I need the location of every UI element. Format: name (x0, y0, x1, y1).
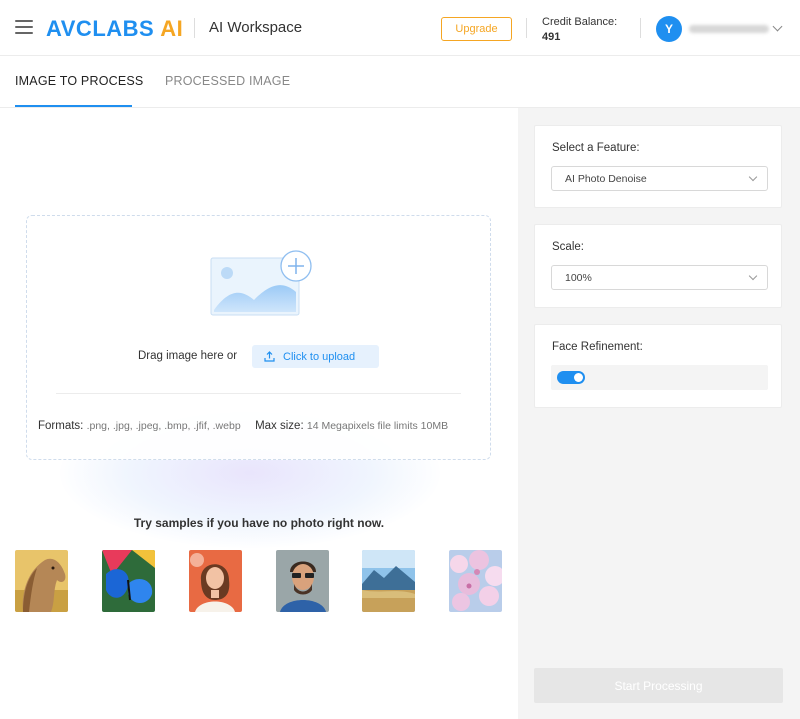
formats-value: .png, .jpg, .jpeg, .bmp, .jfif, .webp (86, 420, 241, 432)
samples-title: Try samples if you have no photo right n… (133, 516, 385, 530)
drag-text: Drag image here or (138, 350, 238, 362)
logo-ai: AI (160, 16, 184, 41)
chevron-down-icon (748, 271, 758, 281)
formats-label: Formats: (38, 420, 84, 432)
face-refinement-card: Face Refinement: (534, 324, 782, 408)
image-upload-icon (210, 250, 312, 316)
start-processing-button[interactable]: Start Processing (534, 668, 783, 703)
tab-bar: IMAGE TO PROCESS PROCESSED IMAGE (0, 56, 800, 108)
feature-card: Select a Feature: AI Photo Denoise (534, 125, 782, 208)
dropzone-divider (56, 393, 461, 394)
feature-label: Select a Feature: (552, 142, 640, 154)
feature-select[interactable]: AI Photo Denoise (551, 166, 768, 191)
face-refinement-row (551, 365, 768, 390)
scale-select-value: 100% (565, 271, 592, 284)
upload-icon (264, 351, 275, 362)
upload-button-label: Click to upload (283, 350, 356, 363)
tab-image-to-process[interactable]: IMAGE TO PROCESS (15, 74, 143, 88)
upload-area: Drag image here or Click to upload Forma… (0, 108, 518, 719)
upgrade-button[interactable]: Upgrade (441, 17, 512, 41)
scale-card: Scale: 100% (534, 224, 782, 308)
credit-value: 491 (542, 31, 561, 43)
header-divider (194, 18, 195, 38)
app-header: AVCLABS AI AI Workspace Upgrade Credit Ba… (0, 0, 800, 56)
scale-select[interactable]: 100% (551, 265, 768, 290)
credit-balance: Credit Balance: 491 (542, 15, 617, 45)
sample-horse[interactable] (15, 550, 68, 612)
logo-brand: AVCLABS (46, 16, 155, 41)
max-size-label: Max size: (255, 420, 304, 432)
chevron-down-icon (748, 172, 758, 182)
workspace-title: AI Workspace (209, 19, 303, 36)
click-to-upload-button[interactable]: Click to upload (252, 345, 379, 368)
hamburger-menu-icon[interactable] (15, 20, 33, 34)
credit-label: Credit Balance: (542, 16, 618, 28)
sample-butterfly[interactable] (102, 550, 155, 612)
header-divider (640, 18, 641, 38)
sample-mountain-landscape[interactable] (362, 550, 415, 612)
chevron-down-icon[interactable] (772, 21, 783, 32)
avatar[interactable]: Y (656, 16, 682, 42)
settings-panel: Select a Feature: AI Photo Denoise Scale… (518, 108, 800, 719)
face-refinement-toggle[interactable] (557, 371, 585, 384)
logo[interactable]: AVCLABS AI (46, 16, 183, 42)
max-size-value: 14 Megapixels file limits 10MB (306, 420, 449, 432)
header-divider (526, 18, 527, 38)
format-info: Formats: .png, .jpg, .jpeg, .bmp, .jfif,… (38, 420, 448, 432)
tab-processed-image[interactable]: PROCESSED IMAGE (165, 74, 290, 88)
sample-cherry-blossom[interactable] (449, 550, 502, 612)
face-refinement-label: Face Refinement: (552, 341, 643, 353)
toggle-knob (574, 373, 583, 382)
sample-man-portrait[interactable] (276, 550, 329, 612)
dropzone[interactable]: Drag image here or Click to upload Forma… (26, 215, 491, 460)
sample-woman-portrait[interactable] (189, 550, 242, 612)
active-tab-indicator (15, 105, 132, 107)
feature-select-value: AI Photo Denoise (565, 172, 647, 185)
username-blurred[interactable] (689, 25, 769, 33)
scale-label: Scale: (552, 241, 584, 253)
